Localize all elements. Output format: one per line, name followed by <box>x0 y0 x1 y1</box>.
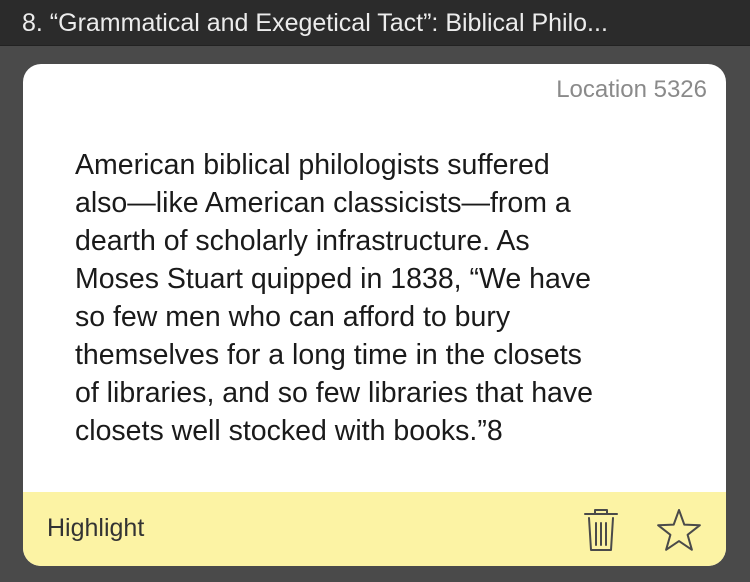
favorite-button[interactable] <box>655 506 703 554</box>
location-label: Location 5326 <box>556 76 707 103</box>
chapter-title[interactable]: 8. “Grammatical and Exegetical Tact”: Bi… <box>22 8 737 38</box>
header-bar: 8. “Grammatical and Exegetical Tact”: Bi… <box>0 0 750 46</box>
trash-icon <box>584 509 618 551</box>
star-icon <box>657 509 701 551</box>
highlight-type-label: Highlight <box>47 514 145 542</box>
highlight-footer: Highlight <box>23 492 726 566</box>
delete-button[interactable] <box>577 506 625 554</box>
highlighted-passage[interactable]: American biblical philologists suffered … <box>75 146 715 450</box>
highlight-card[interactable]: Location 5326 American biblical philolog… <box>23 64 726 566</box>
